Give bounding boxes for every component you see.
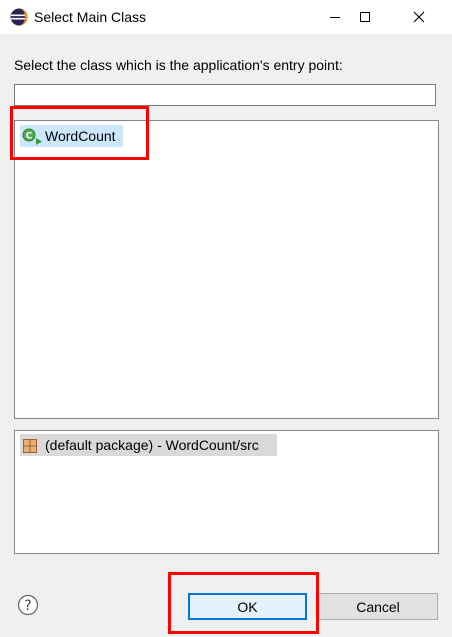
maximize-button[interactable] [342, 0, 388, 34]
help-icon: ? [17, 594, 39, 616]
maximize-icon [360, 12, 370, 22]
package-list[interactable]: (default package) - WordCount/src [14, 430, 439, 554]
class-filter-input[interactable] [14, 84, 436, 106]
svg-text:C: C [26, 132, 33, 142]
cancel-button[interactable]: Cancel [318, 593, 438, 620]
help-button[interactable]: ? [17, 594, 39, 616]
dialog-prompt: Select the class which is the applicatio… [14, 57, 343, 73]
class-item-wordcount[interactable]: C WordCount [20, 125, 123, 147]
java-class-main-icon: C [22, 128, 44, 146]
minimize-icon [330, 17, 340, 18]
svg-text:?: ? [24, 598, 31, 614]
package-label: (default package) - WordCount/src [45, 437, 259, 453]
close-button[interactable] [396, 0, 442, 34]
package-item[interactable]: (default package) - WordCount/src [20, 434, 277, 456]
window-title: Select Main Class [34, 9, 147, 25]
class-item-label: WordCount [45, 128, 116, 144]
package-icon [23, 439, 37, 453]
ok-button[interactable]: OK [188, 593, 307, 620]
title-bar: Select Main Class [0, 0, 452, 34]
close-icon [413, 11, 425, 23]
class-list[interactable]: C WordCount [14, 120, 439, 419]
eclipse-icon [10, 8, 28, 26]
